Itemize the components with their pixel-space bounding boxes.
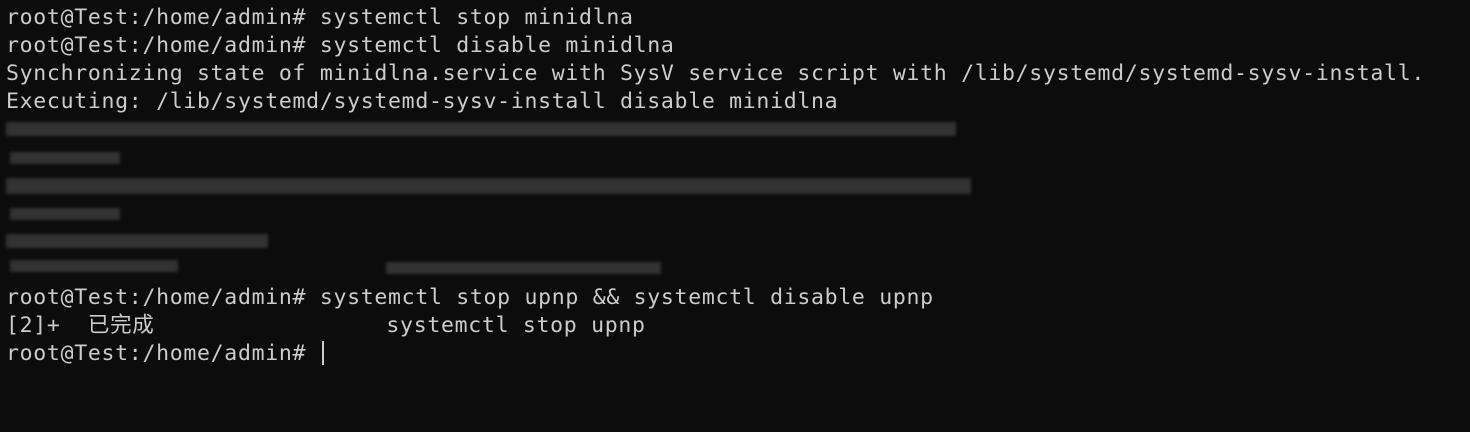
terminal-window[interactable]: root@Test:/home/admin# systemctl stop mi… <box>0 0 1470 432</box>
redacted-bar <box>6 122 956 136</box>
redacted-bar <box>10 208 120 220</box>
redacted-bar <box>6 178 971 194</box>
prompt-text: root@Test:/home/admin# <box>6 341 320 366</box>
redacted-bar <box>10 152 120 164</box>
text-cursor <box>321 341 324 365</box>
terminal-line-1: root@Test:/home/admin# systemctl stop mi… <box>6 5 634 30</box>
redacted-bar <box>6 234 268 248</box>
redacted-bar <box>10 260 178 272</box>
terminal-line-upnp-command: root@Test:/home/admin# systemctl stop up… <box>6 285 934 310</box>
redacted-output-region <box>6 116 1470 284</box>
redacted-bar <box>386 262 661 274</box>
terminal-line-4: Executing: /lib/systemd/systemd-sysv-ins… <box>6 89 839 114</box>
terminal-line-2: root@Test:/home/admin# systemctl disable… <box>6 33 675 58</box>
terminal-prompt-line[interactable]: root@Test:/home/admin# <box>6 340 1470 368</box>
terminal-line-job-status: [2]+ 已完成 systemctl stop upnp <box>6 313 646 338</box>
terminal-line-3: Synchronizing state of minidlna.service … <box>6 61 1425 86</box>
